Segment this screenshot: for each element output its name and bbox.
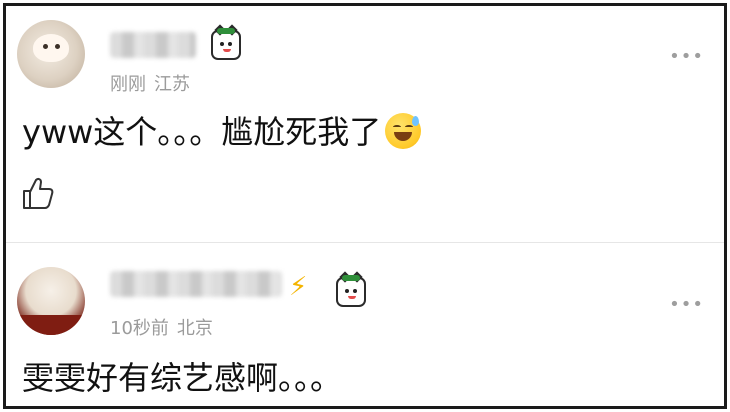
username-blurred[interactable]	[110, 32, 196, 58]
comment-text: 雯雯好有综艺感啊。。。	[22, 359, 343, 397]
sweat-smile-emoji-icon	[385, 113, 422, 149]
more-options-icon[interactable]: •••	[669, 48, 704, 66]
avatar-eye	[55, 44, 60, 49]
avatar[interactable]	[17, 20, 85, 88]
thumbs-up-icon[interactable]	[22, 176, 54, 210]
comment-text: yww这个。。。尴尬死我了	[22, 112, 422, 152]
lightning-icon: ⚡	[289, 272, 308, 302]
comment-meta: 刚刚 江苏	[110, 70, 190, 96]
avatar-eye	[43, 44, 48, 49]
comment-list: 刚刚 江苏 ••• yww这个。。。尴尬死我了 ⚡ 10秒前 北京 ••• 雯雯好有…	[3, 3, 727, 409]
comment-location: 北京	[176, 318, 213, 339]
comment-time: 刚刚	[110, 74, 146, 95]
more-options-icon[interactable]: •••	[669, 296, 704, 314]
comment-meta: 10秒前 北京	[110, 314, 213, 340]
avatar-cat-face	[33, 34, 69, 62]
username-blurred[interactable]	[110, 271, 282, 297]
comment-time: 10秒前	[110, 318, 169, 339]
cat-badge-icon	[336, 271, 366, 307]
avatar[interactable]	[17, 267, 85, 335]
comment-item: 刚刚 江苏 ••• yww这个。。。尴尬死我了	[6, 6, 724, 242]
divider	[6, 242, 724, 243]
comment-item: ⚡ 10秒前 北京 ••• 雯雯好有综艺感啊。。。	[6, 244, 724, 406]
comment-location: 江苏	[154, 74, 190, 95]
cat-badge-icon	[211, 24, 241, 60]
avatar-band	[17, 315, 85, 335]
